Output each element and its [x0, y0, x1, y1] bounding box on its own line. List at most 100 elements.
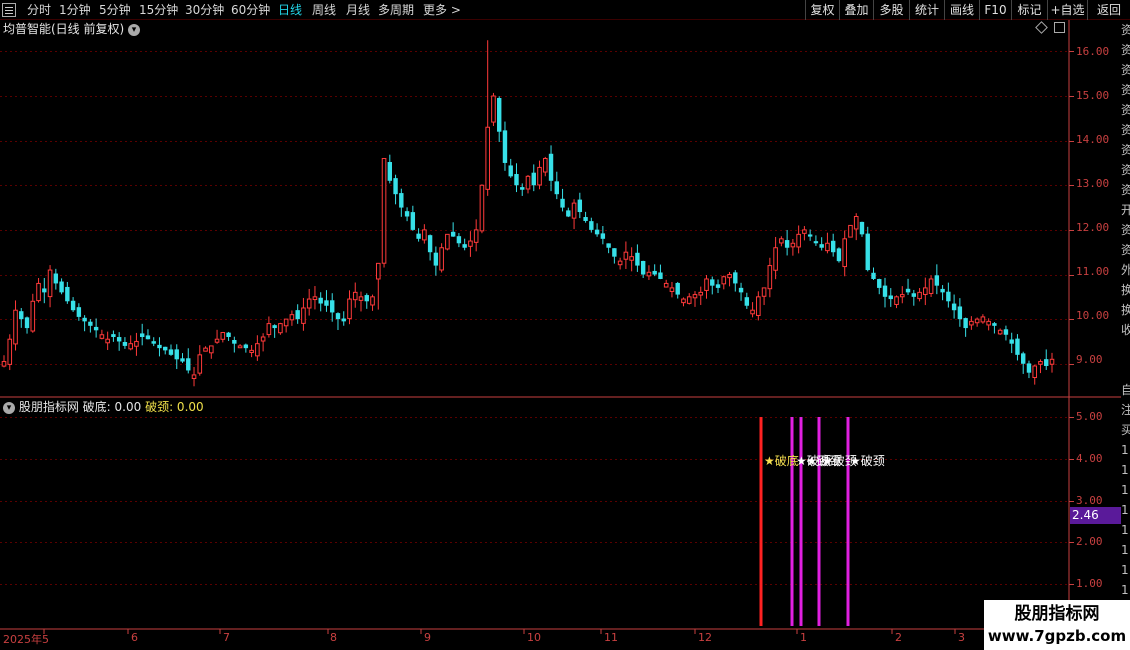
stock-title: 均普智能(日线 前复权): [3, 22, 125, 36]
indicator-name: 股朋指标网: [18, 400, 79, 414]
candle: [635, 244, 640, 272]
candle: [514, 163, 519, 193]
candle: [168, 344, 174, 356]
candle: [686, 293, 692, 305]
candle: [583, 211, 588, 223]
candle: [658, 264, 663, 280]
candle: [203, 346, 208, 352]
candle: [756, 291, 761, 321]
candle: [571, 199, 577, 230]
side-info-strip[interactable]: 资资资资资资资资资开资资外换换收自注买11111111: [1121, 20, 1130, 630]
candle: [899, 286, 905, 304]
candle: [318, 292, 323, 312]
candle: [865, 226, 870, 272]
candle: [473, 219, 479, 252]
side-strip-cell: 资: [1121, 223, 1130, 237]
candle: [364, 293, 369, 309]
candle: [439, 243, 444, 273]
candle: [485, 40, 490, 196]
candle: [19, 308, 24, 328]
candle: [399, 188, 404, 217]
candle: [969, 316, 974, 330]
candle: [381, 157, 387, 268]
candle: [30, 293, 36, 333]
side-strip-cell: 资: [1121, 143, 1130, 157]
side-strip-cell: 资: [1121, 43, 1130, 57]
candle: [980, 314, 986, 324]
candle: [393, 174, 398, 205]
side-strip-cell: 注: [1121, 403, 1130, 417]
candle: [243, 343, 249, 353]
candle: [65, 281, 70, 304]
side-strip-cell: 1: [1121, 563, 1129, 577]
candle: [923, 277, 928, 306]
price-panel-title[interactable]: 均普智能(日线 前复权) ▾: [3, 21, 141, 37]
candle: [70, 297, 76, 312]
candle: [491, 92, 496, 126]
candle: [692, 291, 698, 307]
candle: [502, 121, 508, 171]
candle: [105, 331, 110, 351]
signal-bar: [817, 417, 821, 626]
candle: [871, 267, 876, 281]
candle: [761, 287, 767, 306]
x-tick-label: 6: [131, 631, 138, 644]
candle: [7, 334, 13, 371]
candle: [387, 154, 393, 184]
candle: [997, 328, 1003, 335]
signal-bar: [846, 417, 850, 626]
candle: [905, 278, 911, 295]
candle: [917, 288, 922, 302]
candle: [370, 294, 375, 311]
candle: [606, 243, 611, 254]
candle: [946, 282, 951, 308]
candle: [462, 238, 467, 251]
y-tick-label: 10.00: [1076, 309, 1110, 322]
candle: [888, 288, 893, 307]
candle: [163, 346, 168, 355]
candle: [715, 279, 721, 294]
candle: [497, 96, 502, 142]
signal-label-bottom: ★破底: [764, 454, 799, 468]
candle: [404, 207, 410, 222]
watermark: 股朋指标网 www.7gpzb.com: [984, 600, 1130, 650]
candle: [42, 277, 47, 304]
chart-canvas[interactable]: [0, 0, 1130, 650]
candle: [289, 310, 295, 326]
signal-label-neck: ★破颈: [850, 454, 885, 468]
x-tick-label: 3: [958, 631, 965, 644]
side-strip-cell: 1: [1121, 583, 1129, 597]
chevron-down-icon[interactable]: ▾: [3, 401, 15, 414]
candle: [986, 318, 991, 331]
candle: [750, 302, 755, 318]
chevron-down-icon[interactable]: ▾: [128, 23, 141, 36]
signal-bar: [790, 417, 794, 626]
candle: [278, 322, 283, 335]
candle: [76, 303, 82, 321]
candle: [208, 345, 214, 359]
candle: [352, 282, 358, 308]
signal-bars: [759, 417, 850, 626]
restore-window-icon[interactable]: [1054, 22, 1065, 33]
candle: [531, 164, 536, 192]
candle: [1015, 334, 1020, 361]
candle: [295, 304, 300, 324]
side-strip-cell: [1121, 360, 1130, 380]
watermark-title: 股朋指标网: [1014, 604, 1100, 624]
candle: [853, 213, 859, 241]
candle: [894, 295, 899, 309]
candle: [836, 247, 842, 263]
candle: [237, 344, 243, 349]
candle: [1026, 360, 1032, 379]
candle: [796, 225, 801, 254]
candle: [577, 192, 583, 219]
indicator-panel-title[interactable]: ▾ 股朋指标网 破底: 0.00 破颈: 0.00: [3, 399, 204, 415]
side-strip-cell: 自: [1121, 383, 1130, 397]
candle: [877, 278, 882, 295]
signal-bar: [799, 417, 803, 626]
candle: [589, 217, 594, 233]
candle: [784, 229, 790, 256]
candle: [157, 337, 162, 357]
candle: [191, 367, 197, 387]
side-strip-cell: 1: [1121, 463, 1129, 477]
